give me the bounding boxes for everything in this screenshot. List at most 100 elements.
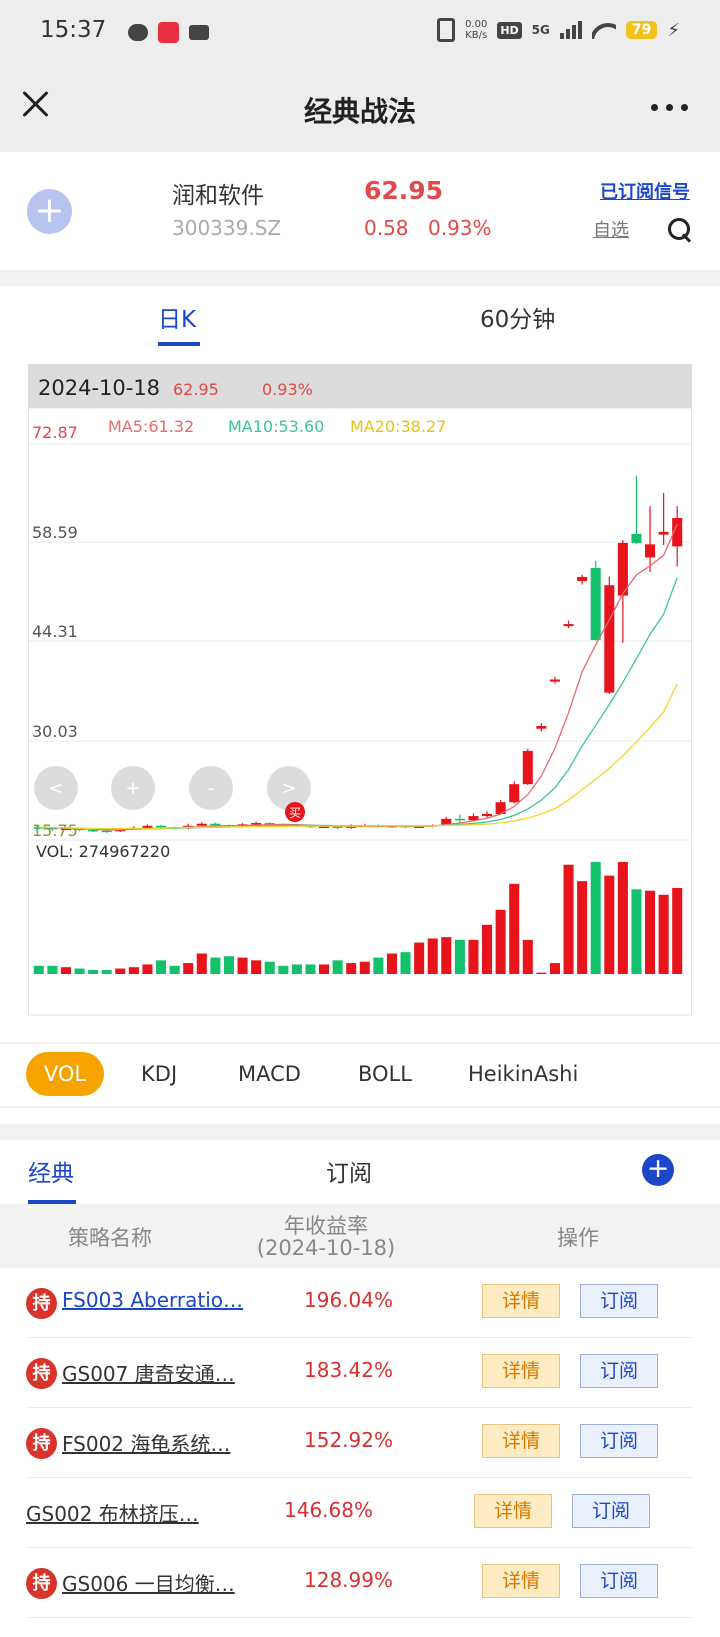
volume-bar xyxy=(33,965,44,974)
volume-bar xyxy=(590,862,601,974)
volume-bar xyxy=(373,957,384,974)
detail-button[interactable]: 详情 xyxy=(482,1284,560,1318)
candle-body xyxy=(210,823,221,826)
held-badge: 持 xyxy=(26,1358,57,1389)
add-stock-button[interactable]: + xyxy=(27,189,72,234)
more-icon[interactable] xyxy=(651,104,688,111)
scroll-right-button[interactable]: > xyxy=(267,766,311,810)
volume-bar xyxy=(386,953,397,974)
notification-icons xyxy=(128,22,209,43)
candlestick xyxy=(522,748,533,785)
volume-bar xyxy=(169,965,180,974)
candle-body xyxy=(142,825,153,828)
buy-signal-label: 买 xyxy=(289,806,301,820)
zoom-in-button[interactable]: + xyxy=(111,766,155,810)
header-action: 操作 xyxy=(557,1226,599,1250)
volume-bar xyxy=(454,939,465,974)
signal-icon xyxy=(559,21,582,39)
candle-body xyxy=(522,750,533,785)
volume-bar xyxy=(658,894,669,974)
add-strategy-button[interactable]: + xyxy=(642,1154,674,1186)
volume-bar xyxy=(278,965,289,974)
volume-bar xyxy=(142,964,153,974)
kline-chart[interactable]: 2024-10-18 62.95 0.93% 72.87 MA5:61.32 M… xyxy=(28,364,692,1016)
subscribe-button[interactable]: 订阅 xyxy=(580,1564,658,1598)
net-speed-value: 0.00 xyxy=(465,19,488,30)
y-label: 58.59 xyxy=(32,523,78,542)
held-badge: 持 xyxy=(26,1428,57,1459)
detail-button[interactable]: 详情 xyxy=(474,1494,552,1528)
subscribed-signals-link[interactable]: 已订阅信号 xyxy=(600,178,690,204)
net-speed-unit: KB/s xyxy=(465,30,488,41)
subscribe-button[interactable]: 订阅 xyxy=(580,1354,658,1388)
volume-bar xyxy=(237,957,248,974)
tab-heikinashi[interactable]: HeikinAshi xyxy=(468,1052,578,1096)
divider xyxy=(0,1106,720,1108)
candle-body xyxy=(101,830,112,833)
message-icon xyxy=(128,24,148,41)
charging-icon: ⚡ xyxy=(667,19,680,41)
search-icon[interactable] xyxy=(668,218,692,242)
hd-icon: HD xyxy=(497,21,522,39)
subscribe-button[interactable]: 订阅 xyxy=(572,1494,650,1528)
stock-header: + 润和软件 300339.SZ 62.95 0.58 0.93% 已订阅信号 … xyxy=(0,152,720,270)
y-label: 30.03 xyxy=(32,722,78,741)
stock-code: 300339.SZ xyxy=(172,216,282,240)
tab-daily-k[interactable]: 日K xyxy=(158,300,196,334)
tab-vol[interactable]: VOL xyxy=(26,1052,104,1096)
tab-classic[interactable]: 经典 xyxy=(28,1154,74,1188)
y-label: 44.31 xyxy=(32,622,78,641)
strategy-name-link[interactable]: GS006 一目均衡… xyxy=(62,1568,235,1597)
tab-macd[interactable]: MACD xyxy=(238,1052,301,1096)
subscribe-button[interactable]: 订阅 xyxy=(580,1284,658,1318)
detail-button[interactable]: 详情 xyxy=(482,1564,560,1598)
y-label-max: 72.87 xyxy=(32,423,78,442)
volume-bar xyxy=(88,969,99,974)
volume-bar xyxy=(400,952,411,974)
stock-price: 62.95 xyxy=(364,176,444,205)
header-return-date: (2024-10-18) xyxy=(256,1236,396,1260)
tab-kdj[interactable]: KDJ xyxy=(141,1052,177,1096)
volume-bar xyxy=(319,964,330,974)
strategy-name-link[interactable]: GS007 唐奇安通… xyxy=(62,1358,235,1387)
strategy-name-link[interactable]: FS003 Aberratio… xyxy=(62,1288,243,1312)
divider xyxy=(0,1042,720,1044)
page-title: 经典战法 xyxy=(303,95,416,128)
candle-body xyxy=(549,679,560,682)
volume-bar xyxy=(509,883,520,974)
watchlist-link[interactable]: 自选 xyxy=(593,216,629,242)
strategy-name-link[interactable]: FS002 海龟系统… xyxy=(62,1428,230,1457)
detail-button[interactable]: 详情 xyxy=(482,1354,560,1388)
candle-body xyxy=(454,818,465,821)
divider xyxy=(0,1124,720,1140)
tab-subscribed[interactable]: 订阅 xyxy=(326,1154,372,1188)
annual-return: 152.92% xyxy=(304,1428,393,1452)
network-type: 5G xyxy=(531,23,550,37)
chart-pct: 0.93% xyxy=(262,380,313,399)
volume-bar xyxy=(441,937,452,974)
candle-body xyxy=(536,725,547,729)
candle-body xyxy=(251,823,262,825)
active-tab-indicator xyxy=(158,342,200,346)
strategy-name-link[interactable]: GS002 布林挤压… xyxy=(26,1498,199,1527)
candlestick xyxy=(509,781,520,804)
volume-bar xyxy=(522,939,533,974)
held-badge: 持 xyxy=(26,1568,57,1599)
volume-bar xyxy=(427,938,438,974)
subscribe-button[interactable]: 订阅 xyxy=(580,1424,658,1458)
candle-body xyxy=(88,829,99,832)
zoom-out-button[interactable]: - xyxy=(189,766,233,810)
buy-signal-marker[interactable]: 买 xyxy=(285,802,305,822)
volume-bar xyxy=(577,881,588,974)
tab-boll[interactable]: BOLL xyxy=(358,1052,412,1096)
volume-bar xyxy=(101,969,112,974)
scroll-left-button[interactable]: < xyxy=(34,766,78,810)
system-icons: 0.00 KB/s HD 5G 79 ⚡ xyxy=(437,18,680,42)
table-row: 持 FS002 海龟系统… 152.92% 详情 订阅 xyxy=(26,1408,692,1478)
candle-body xyxy=(196,823,207,826)
tab-60-minute[interactable]: 60分钟 xyxy=(480,300,555,334)
volume-bar xyxy=(495,909,506,974)
candle-body xyxy=(590,567,601,640)
detail-button[interactable]: 详情 xyxy=(482,1424,560,1458)
table-row: GS002 布林挤压… 146.68% 详情 订阅 xyxy=(26,1478,692,1548)
